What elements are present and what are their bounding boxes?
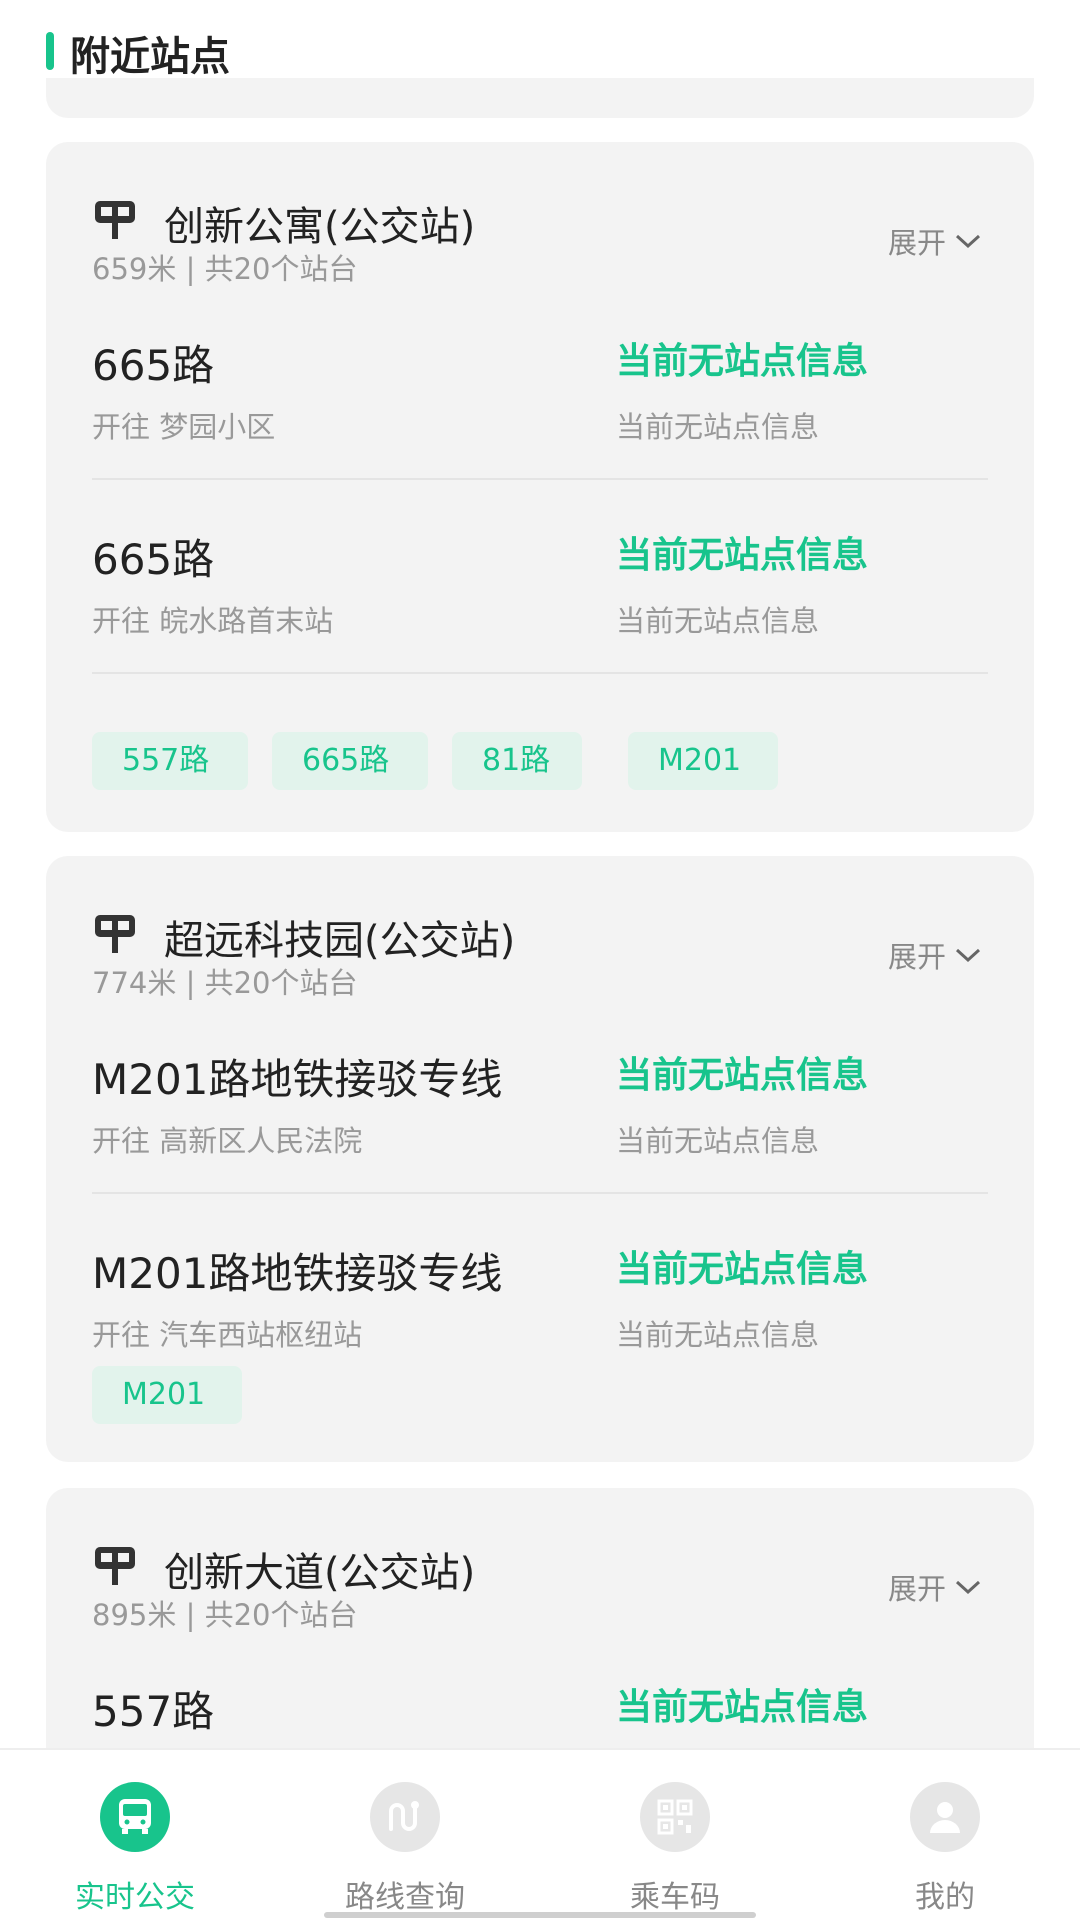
page-title: 附近站点 (70, 34, 230, 80)
route-direction: 开往 汽车西站枢纽站 (92, 1312, 362, 1354)
route-icon (370, 1782, 440, 1852)
tab-label: 实时公交 (75, 1880, 195, 1915)
route-destination: 皖水路首末站 (159, 604, 334, 638)
route-name: 665路 (92, 535, 215, 584)
station-platform-count: 共20个站台 (204, 252, 358, 286)
tab-label: 我的 (915, 1880, 975, 1915)
title-accent-bar (46, 32, 54, 70)
route-row[interactable]: 665路 开往 皖水路首末站 当前无站点信息 当前无站点信息 (92, 526, 988, 716)
route-chip[interactable]: 81路 (452, 732, 582, 790)
route-destination: 梦园小区 (159, 410, 276, 444)
route-name: M201路地铁接驳专线 (92, 1249, 503, 1298)
route-row[interactable]: 557路 当前无站点信息 (92, 1678, 988, 1738)
route-direction: 开往 高新区人民法院 (92, 1118, 362, 1160)
route-status: 当前无站点信息 (616, 1687, 869, 1728)
tab-realtime-bus[interactable]: 实时公交 (0, 1750, 270, 1922)
station-name: 创新公寓(公交站) (164, 204, 476, 250)
direction-prefix: 开往 (92, 604, 151, 638)
route-status: 当前无站点信息 (616, 341, 869, 382)
chevron-down-icon (955, 1580, 981, 1595)
route-chip[interactable]: M201 (628, 732, 778, 790)
direction-prefix: 开往 (92, 1124, 151, 1158)
station-meta: 774米 | 共20个站台 (92, 960, 357, 1002)
meta-separator: | (185, 252, 196, 286)
route-status-detail: 当前无站点信息 (616, 604, 820, 638)
bus-stop-icon (95, 915, 135, 953)
expand-label: 展开 (887, 1572, 946, 1606)
station-distance: 895米 (92, 1598, 177, 1632)
route-chip[interactable]: 665路 (272, 732, 428, 790)
direction-prefix: 开往 (92, 410, 151, 444)
station-platform-count: 共20个站台 (204, 1598, 358, 1632)
route-status: 当前无站点信息 (616, 535, 869, 576)
row-divider (92, 672, 988, 674)
route-row[interactable]: M201路地铁接驳专线 开往 汽车西站枢纽站 当前无站点信息 当前无站点信息 (92, 1240, 988, 1360)
route-row[interactable]: 665路 开往 梦园小区 当前无站点信息 当前无站点信息 (92, 332, 988, 522)
chevron-down-icon (955, 948, 981, 963)
route-status-detail: 当前无站点信息 (616, 1124, 820, 1158)
bottom-tab-bar: 实时公交 路线查询 乘车码 我的 (0, 1748, 1080, 1922)
expand-button[interactable]: 展开 (888, 220, 982, 262)
tab-route-query[interactable]: 路线查询 (270, 1750, 540, 1922)
qr-code-icon (640, 1782, 710, 1852)
route-destination: 汽车西站枢纽站 (159, 1318, 363, 1352)
chevron-down-icon (955, 234, 981, 249)
route-name: M201路地铁接驳专线 (92, 1055, 503, 1104)
meta-separator: | (185, 1598, 196, 1632)
station-card[interactable]: 创新公寓(公交站) 659米 | 共20个站台 展开 665路 开往 梦园小区 … (46, 142, 1034, 832)
meta-separator: | (185, 966, 196, 1000)
route-row[interactable]: M201路地铁接驳专线 开往 高新区人民法院 当前无站点信息 当前无站点信息 (92, 1046, 988, 1236)
bus-stop-icon (95, 201, 135, 239)
bus-stop-icon (95, 1547, 135, 1585)
station-name: 超远科技园(公交站) (164, 918, 516, 964)
tab-label: 乘车码 (630, 1880, 720, 1915)
route-name: 665路 (92, 341, 215, 390)
expand-button[interactable]: 展开 (888, 1566, 982, 1608)
route-direction: 开往 梦园小区 (92, 404, 275, 446)
user-icon (910, 1782, 980, 1852)
tab-ride-code[interactable]: 乘车码 (540, 1750, 810, 1922)
expand-label: 展开 (887, 226, 946, 260)
station-meta: 895米 | 共20个站台 (92, 1592, 357, 1634)
route-name: 557路 (92, 1687, 215, 1736)
bus-icon (100, 1782, 170, 1852)
station-meta: 659米 | 共20个站台 (92, 246, 357, 288)
expand-label: 展开 (887, 940, 946, 974)
station-distance: 659米 (92, 252, 177, 286)
route-status: 当前无站点信息 (616, 1055, 869, 1096)
station-platform-count: 共20个站台 (204, 966, 358, 1000)
route-status-detail: 当前无站点信息 (616, 1318, 820, 1352)
route-status-detail: 当前无站点信息 (616, 410, 820, 444)
tab-mine[interactable]: 我的 (810, 1750, 1080, 1922)
row-divider (92, 1192, 988, 1194)
home-indicator[interactable] (324, 1912, 756, 1918)
station-name: 创新大道(公交站) (164, 1550, 476, 1596)
route-chip[interactable]: M201 (92, 1366, 242, 1424)
previous-station-card-edge (46, 78, 1034, 118)
station-card[interactable]: 创新大道(公交站) 895米 | 共20个站台 展开 557路 当前无站点信息 (46, 1488, 1034, 1788)
route-status: 当前无站点信息 (616, 1249, 869, 1290)
expand-button[interactable]: 展开 (888, 934, 982, 976)
direction-prefix: 开往 (92, 1318, 151, 1352)
station-card[interactable]: 超远科技园(公交站) 774米 | 共20个站台 展开 M201路地铁接驳专线 … (46, 856, 1034, 1462)
tab-label: 路线查询 (345, 1880, 465, 1915)
route-chip[interactable]: 557路 (92, 732, 248, 790)
row-divider (92, 478, 988, 480)
route-direction: 开往 皖水路首末站 (92, 598, 333, 640)
station-distance: 774米 (92, 966, 177, 1000)
route-destination: 高新区人民法院 (159, 1124, 363, 1158)
